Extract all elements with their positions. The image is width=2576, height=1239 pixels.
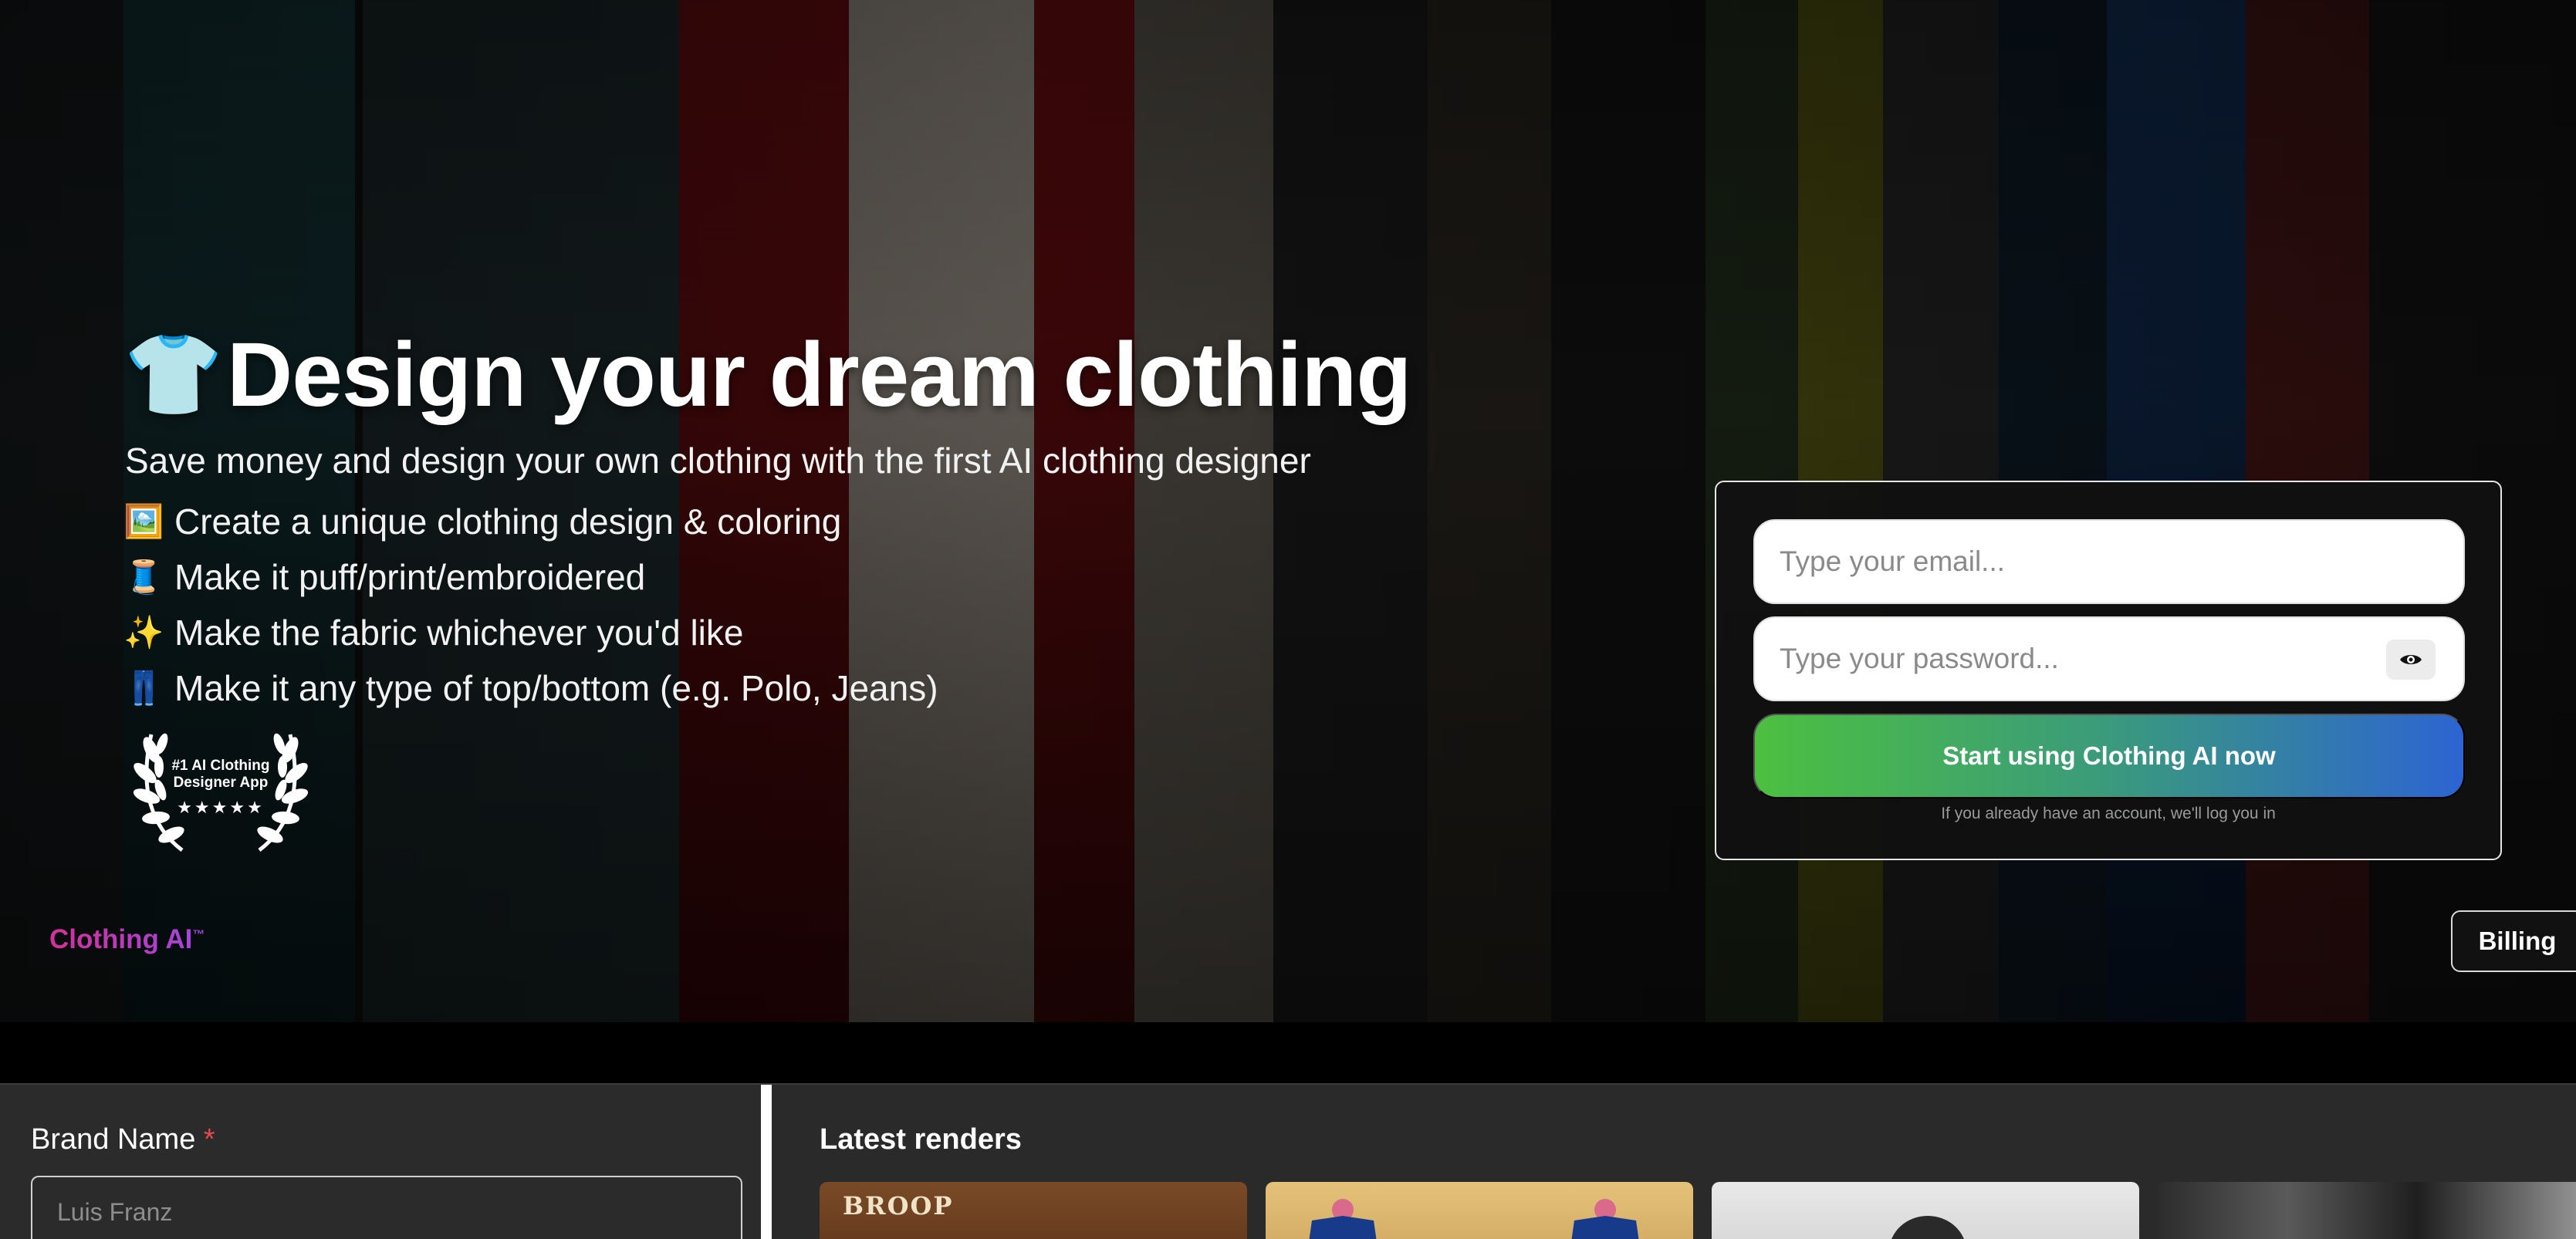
page-title-text: Design your dream clothing: [227, 324, 1411, 426]
brand-name-label: Brand Name *: [31, 1123, 215, 1156]
login-note: If you already have an account, we'll lo…: [1941, 805, 2276, 822]
feature-item: ✨ Make the fabric whichever you'd like: [123, 605, 938, 660]
brand-name-input[interactable]: [57, 1193, 713, 1231]
sparkles-icon: ✨: [123, 613, 164, 650]
email-input[interactable]: [1780, 521, 2382, 603]
star-rating: ★★★★★: [177, 798, 265, 817]
award-badge: #1 AI Clothing Designer App ★★★★★: [128, 719, 313, 855]
award-title: #1 AI Clothing Designer App: [128, 758, 313, 792]
brand-logo-link[interactable]: Clothing AI™: [49, 924, 205, 955]
form-panel: Brand Name *: [0, 1085, 772, 1239]
brand-name: Clothing AI: [49, 924, 193, 954]
trademark-symbol: ™: [192, 928, 205, 942]
feature-list: 🖼️ Create a unique clothing design & col…: [123, 494, 938, 716]
feature-text: Make it puff/print/embroidered: [174, 557, 646, 597]
render-sign-text: BROOP: [843, 1191, 954, 1220]
t-shirt-icon: 👕: [123, 329, 224, 420]
jeans-icon: 👖: [123, 669, 164, 706]
render-thumbnail[interactable]: BROOP: [820, 1182, 1247, 1239]
password-field: [1753, 616, 2465, 701]
password-input[interactable]: [1780, 618, 2382, 700]
render-thumbnail[interactable]: [2158, 1182, 2576, 1239]
render-thumbnail[interactable]: [1266, 1182, 1693, 1239]
brand-name-label-text: Brand Name: [31, 1123, 196, 1156]
billing-button[interactable]: Billing: [2451, 910, 2576, 972]
award-line-1: #1 AI Clothing: [171, 758, 270, 774]
show-password-button[interactable]: [2386, 640, 2436, 680]
feature-text: Create a unique clothing design & colori…: [174, 501, 842, 542]
render-thumbnail[interactable]: [1712, 1182, 2139, 1239]
framed-picture-icon: 🖼️: [123, 502, 164, 539]
page-title: 👕 Design your dream clothing: [123, 322, 1411, 427]
signup-card: Start using Clothing AI now If you alrea…: [1715, 481, 2502, 860]
feature-item: 🖼️ Create a unique clothing design & col…: [123, 494, 938, 549]
hero-section: 👕 Design your dream clothing Save money …: [0, 0, 2576, 1022]
start-using-button[interactable]: Start using Clothing AI now: [1753, 714, 2465, 798]
thread-spool-icon: 🧵: [123, 558, 164, 595]
email-field: [1753, 519, 2465, 604]
hero-subtitle: Save money and design your own clothing …: [125, 441, 1311, 481]
vest-mannequins-image: [1309, 1199, 1639, 1239]
award-line-2: Designer App: [173, 775, 269, 791]
feature-item: 🧵 Make it puff/print/embroidered: [123, 549, 938, 605]
required-marker: *: [203, 1123, 215, 1156]
feature-item: 👖 Make it any type of top/bottom (e.g. P…: [123, 660, 938, 716]
latest-renders-title: Latest renders: [820, 1123, 1022, 1156]
editor-section: Brand Name * Latest renders BROOP: [0, 1083, 2576, 1239]
brand-name-field: [31, 1176, 742, 1239]
feature-text: Make it any type of top/bottom (e.g. Pol…: [174, 668, 938, 708]
person-portrait-image: [1891, 1216, 1964, 1239]
feature-text: Make the fabric whichever you'd like: [174, 613, 744, 653]
eye-icon: [2400, 655, 2422, 664]
